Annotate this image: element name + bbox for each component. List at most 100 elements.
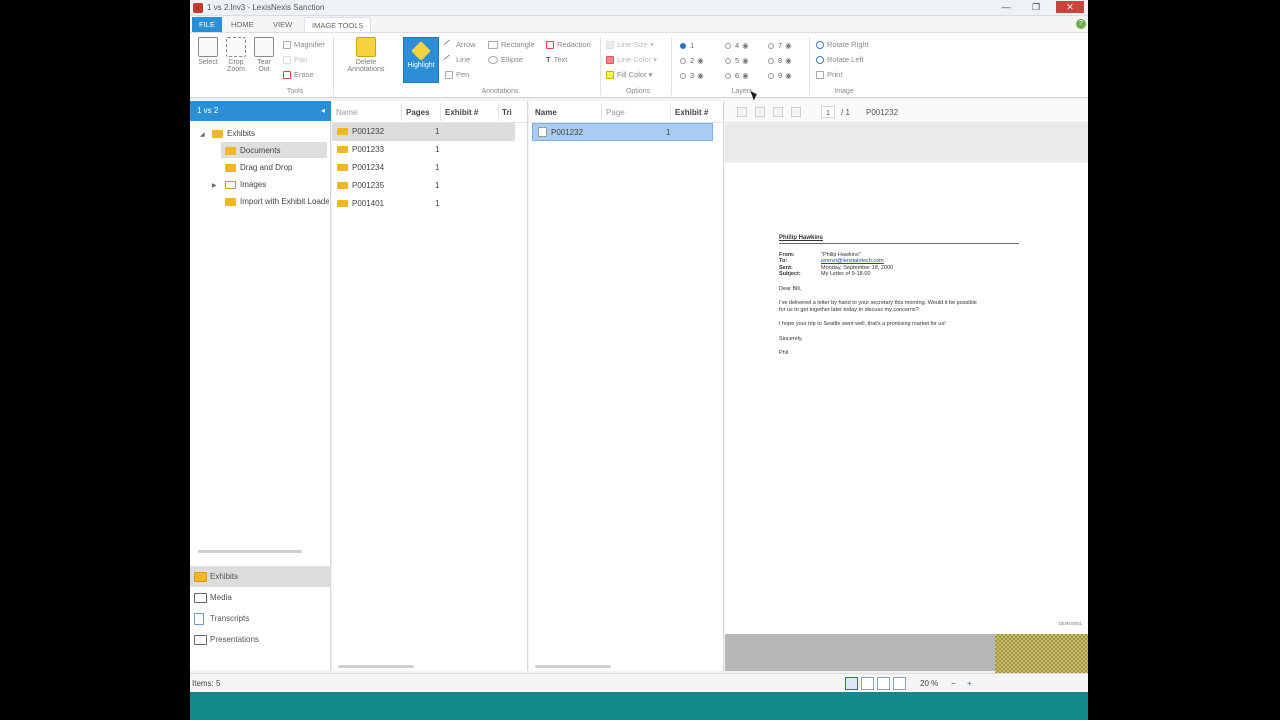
table-row[interactable]: P001235 1 bbox=[332, 177, 527, 195]
text-button[interactable]: T Text bbox=[546, 55, 567, 64]
highlight-button[interactable]: Highlight bbox=[403, 37, 439, 83]
select-button[interactable]: Select bbox=[196, 37, 220, 66]
layer-3-toggle[interactable]: 3 ◉ bbox=[680, 71, 704, 80]
expand-arrow-icon[interactable]: ▶ bbox=[212, 182, 217, 189]
line-color-swatch-icon bbox=[606, 56, 614, 65]
minimize-button[interactable]: — bbox=[996, 1, 1016, 13]
pages-grid: Name Page Exhibit # P001232 1 bbox=[529, 101, 724, 671]
column-exhibit-number[interactable]: Exhibit # bbox=[445, 108, 478, 117]
table-row[interactable]: P001233 1 bbox=[332, 141, 527, 159]
table-row[interactable]: P001232 1 bbox=[532, 123, 713, 141]
layer-4-toggle[interactable]: 4 ◉ bbox=[725, 41, 749, 50]
application-window: 1 vs 2.lnv3 - LexisNexis Sanction — ❐ ✕ … bbox=[190, 0, 1088, 692]
crop-zoom-label-1: Crop bbox=[228, 59, 244, 66]
line-icon bbox=[443, 54, 455, 66]
transcript-document-icon bbox=[194, 613, 204, 625]
actual-size-icon[interactable] bbox=[893, 677, 906, 690]
column-name[interactable]: Name bbox=[535, 108, 557, 117]
delete-annotations-button[interactable]: Delete Annotations bbox=[338, 37, 394, 73]
help-icon[interactable]: ? bbox=[1076, 19, 1086, 29]
line-label: Line bbox=[456, 55, 471, 64]
document-icon bbox=[337, 164, 348, 171]
line-size-dropdown[interactable]: Line Size ▾ bbox=[606, 40, 654, 50]
tab-view[interactable]: VIEW bbox=[266, 17, 299, 32]
table-row[interactable]: P001234 1 bbox=[332, 159, 527, 177]
close-button[interactable]: ✕ bbox=[1056, 1, 1084, 13]
ellipse-button[interactable]: Ellipse bbox=[488, 55, 523, 65]
annotations-group-label: Annotations bbox=[481, 88, 519, 95]
tab-file[interactable]: FILE bbox=[192, 17, 222, 32]
rotate-left-button[interactable]: Rotate Left bbox=[816, 55, 864, 65]
eye-icon: ◉ bbox=[742, 71, 749, 80]
crop-zoom-button[interactable]: Crop Zoom bbox=[224, 37, 248, 73]
column-name[interactable]: Name bbox=[336, 108, 357, 117]
layer-7-toggle[interactable]: 7 ◉ bbox=[768, 41, 792, 50]
pen-button[interactable]: Pen bbox=[445, 70, 469, 80]
page-bates-number: DEMO0001 bbox=[1058, 621, 1082, 626]
layer-1-label: 1 bbox=[690, 41, 695, 50]
zoom-in-button[interactable]: + bbox=[967, 679, 972, 688]
pin-icon[interactable]: ◂ bbox=[321, 101, 325, 121]
tree-horizontal-scrollbar[interactable] bbox=[198, 550, 302, 553]
zoom-out-button[interactable]: − bbox=[951, 679, 956, 688]
pan-button[interactable]: Pan bbox=[283, 55, 307, 65]
layer-6-toggle[interactable]: 6 ◉ bbox=[725, 71, 749, 80]
column-page[interactable]: Page bbox=[606, 108, 625, 117]
first-page-icon[interactable] bbox=[737, 107, 747, 117]
layer-radio-icon bbox=[725, 58, 731, 65]
tree-item-drag-and-drop[interactable]: Drag and Drop bbox=[225, 163, 292, 172]
column-exhibit-number[interactable]: Exhibit # bbox=[675, 108, 708, 117]
erase-button[interactable]: Erase bbox=[283, 70, 314, 80]
ribbon-separator bbox=[671, 37, 672, 95]
layer-5-toggle[interactable]: 5 ◉ bbox=[725, 56, 749, 65]
email-body-3: I hope your trip to Seattle went well, t… bbox=[779, 321, 946, 327]
table-row[interactable]: P001232 1 bbox=[332, 123, 515, 141]
nav-item-presentations[interactable]: Presentations bbox=[190, 630, 331, 650]
tab-home[interactable]: HOME bbox=[224, 17, 261, 32]
next-page-icon[interactable] bbox=[773, 107, 783, 117]
layer-9-toggle[interactable]: 9 ◉ bbox=[768, 71, 792, 80]
rotate-right-button[interactable]: Rotate Right bbox=[816, 40, 869, 50]
restore-button[interactable]: ❐ bbox=[1026, 1, 1046, 13]
tear-out-button[interactable]: Tear Out bbox=[252, 37, 276, 73]
fit-width-icon[interactable] bbox=[861, 677, 874, 690]
tools-group-label: Tools bbox=[286, 88, 304, 95]
column-trial[interactable]: Tri bbox=[502, 108, 512, 117]
documents-horizontal-scrollbar[interactable] bbox=[338, 665, 414, 668]
tree-item-documents[interactable]: Documents bbox=[225, 146, 280, 155]
arrow-button[interactable]: Arrow bbox=[443, 39, 476, 51]
last-page-icon[interactable] bbox=[791, 107, 801, 117]
tree-item-images[interactable]: Images bbox=[225, 180, 266, 189]
layer-2-toggle[interactable]: 2 ◉ bbox=[680, 56, 704, 65]
collapse-arrow-icon[interactable]: ◢ bbox=[200, 131, 205, 138]
tab-image-tools[interactable]: IMAGE TOOLS bbox=[304, 17, 372, 32]
table-row[interactable]: P001401 1 bbox=[332, 195, 527, 213]
magnifier-button[interactable]: Magnifier bbox=[283, 40, 325, 50]
document-page[interactable]: Phillip Hawkins From: "Philip Hawkins" To… bbox=[725, 163, 1088, 634]
layer-8-label: 8 bbox=[778, 56, 783, 65]
fill-color-label: Fill Color bbox=[617, 70, 647, 79]
layer-8-toggle[interactable]: 8 ◉ bbox=[768, 56, 792, 65]
previous-page-icon[interactable] bbox=[755, 107, 765, 117]
pages-horizontal-scrollbar[interactable] bbox=[535, 665, 611, 668]
column-pages[interactable]: Pages bbox=[406, 108, 430, 117]
fit-page-icon[interactable] bbox=[845, 677, 858, 690]
page-number-input[interactable]: 1 bbox=[821, 106, 835, 118]
nav-item-exhibits[interactable]: Exhibits bbox=[190, 567, 331, 587]
line-button[interactable]: Line bbox=[443, 54, 471, 66]
delete-annotations-icon bbox=[356, 37, 376, 57]
line-color-dropdown[interactable]: Line Color ▾ bbox=[606, 55, 657, 65]
redaction-button[interactable]: Redaction bbox=[546, 40, 591, 50]
tree-item-exhibits[interactable]: Exhibits bbox=[212, 129, 255, 138]
tree-item-images-label: Images bbox=[240, 180, 267, 189]
rectangle-button[interactable]: Rectangle bbox=[488, 40, 535, 50]
nav-item-media[interactable]: Media bbox=[190, 588, 331, 608]
document-icon bbox=[337, 128, 348, 135]
nav-item-transcripts[interactable]: Transcripts bbox=[190, 609, 331, 629]
tree-item-import-loader[interactable]: Import with Exhibit Loader bbox=[225, 197, 329, 206]
print-button[interactable]: Print bbox=[816, 70, 842, 80]
layer-1-toggle[interactable]: 1 bbox=[680, 41, 694, 50]
fill-color-dropdown[interactable]: Fill Color ▾ bbox=[606, 70, 652, 80]
fit-height-icon[interactable] bbox=[877, 677, 890, 690]
crop-icon bbox=[226, 37, 246, 57]
